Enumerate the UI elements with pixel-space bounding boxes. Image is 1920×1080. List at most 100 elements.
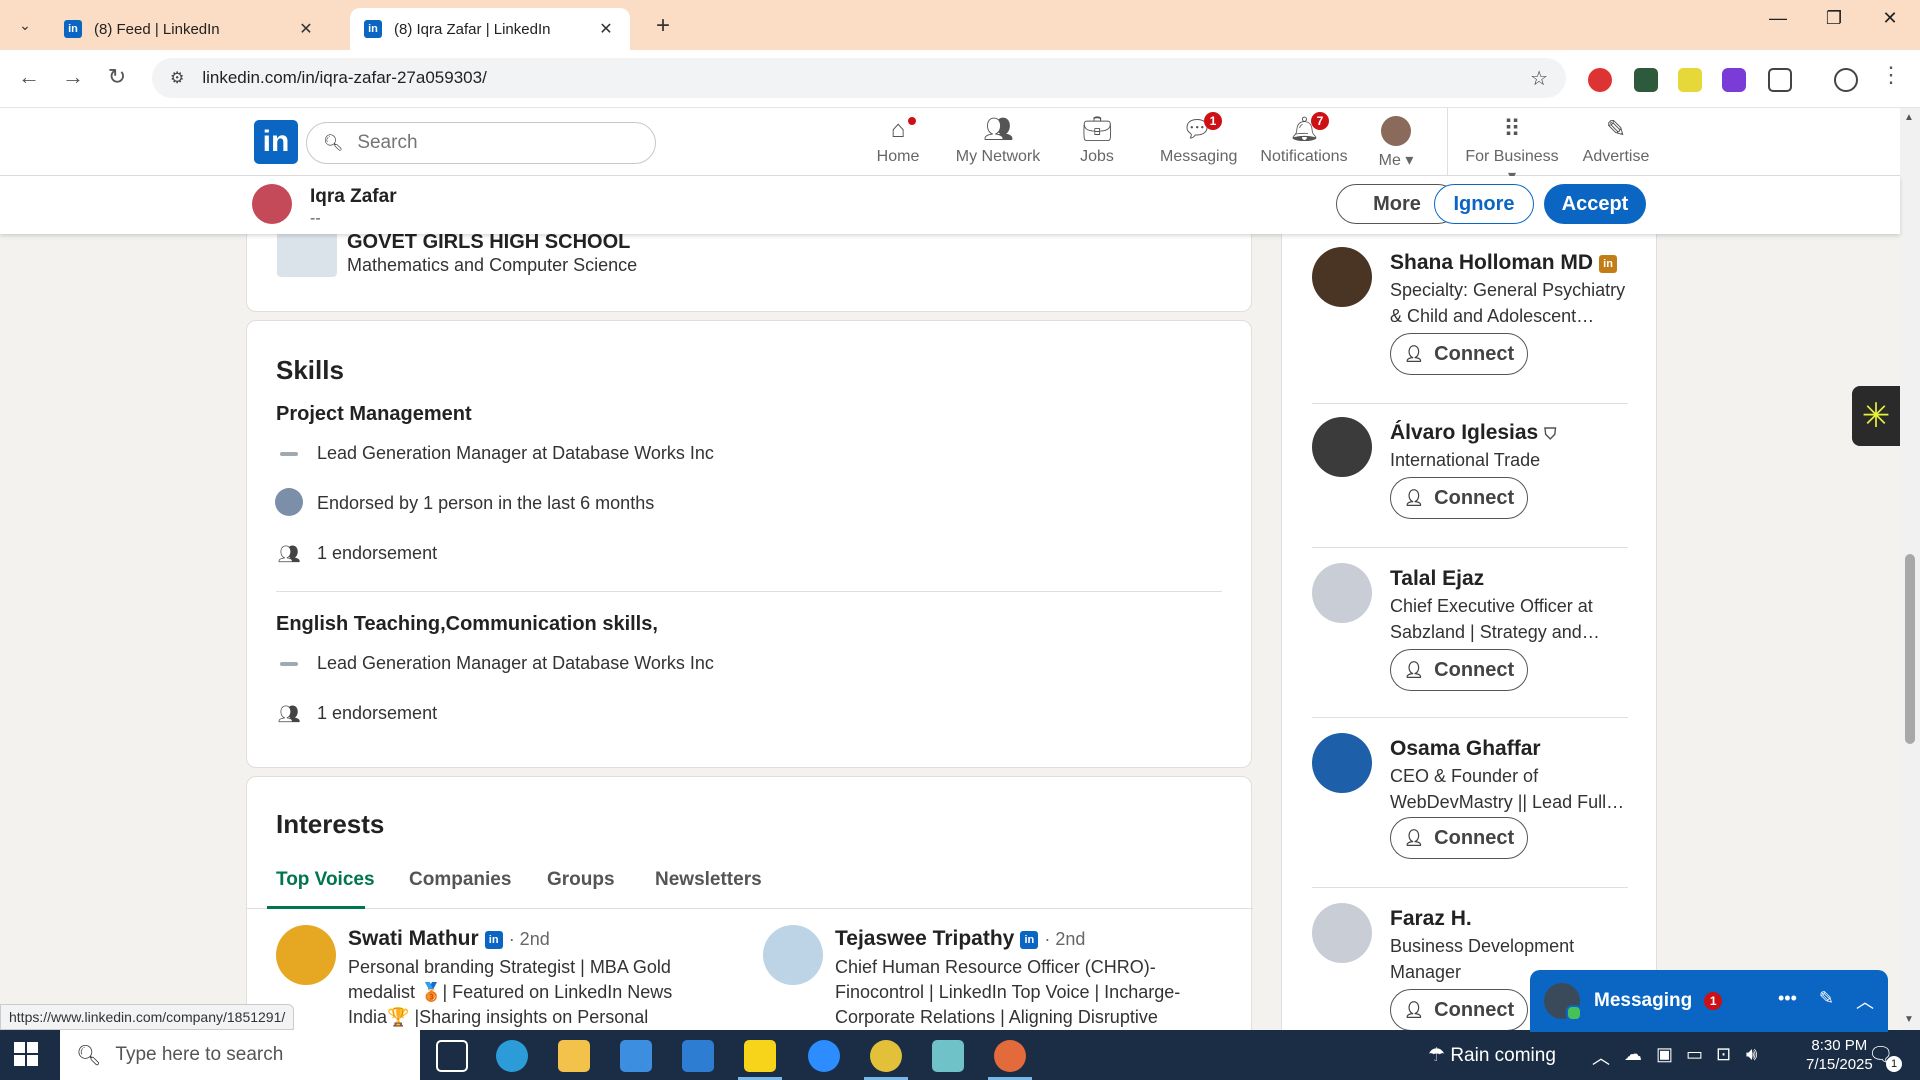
task-view-icon[interactable]: [436, 1040, 468, 1072]
extension-icon[interactable]: [1722, 68, 1746, 92]
chrome-icon[interactable]: [870, 1040, 902, 1072]
search-box[interactable]: 🔍︎: [306, 122, 656, 164]
battery-icon[interactable]: ▭: [1686, 1044, 1703, 1065]
nav-home[interactable]: ⌂ Home: [870, 114, 926, 166]
chevron-up-icon[interactable]: ︿: [1592, 1044, 1610, 1070]
puzzle-icon[interactable]: [1768, 68, 1792, 92]
page-scrollbar[interactable]: ▲ ▼: [1900, 108, 1920, 1030]
linkedin-logo[interactable]: in: [254, 120, 298, 164]
avatar[interactable]: [276, 925, 336, 985]
minimize-icon[interactable]: —: [1758, 8, 1798, 29]
avatar[interactable]: [763, 925, 823, 985]
app-icon[interactable]: [932, 1040, 964, 1072]
address-bar[interactable]: ⚙ linkedin.com/in/iqra-zafar-27a059303/ …: [152, 58, 1566, 98]
nav-messaging[interactable]: 💬︎ 1 Messaging: [1160, 112, 1237, 166]
person-name[interactable]: Talal Ejaz: [1390, 567, 1484, 591]
store-icon[interactable]: [620, 1040, 652, 1072]
nav-jobs[interactable]: 💼︎ Jobs: [1072, 116, 1122, 166]
sticky-notes-icon[interactable]: [744, 1040, 776, 1072]
extension-icon[interactable]: [1634, 68, 1658, 92]
sparkle-widget-icon[interactable]: ✳: [1852, 386, 1900, 446]
new-tab-icon[interactable]: +: [650, 12, 676, 40]
extension-icon[interactable]: [1588, 68, 1612, 92]
tab-newsletters[interactable]: Newsletters: [655, 869, 762, 891]
nav-advertise[interactable]: ✎ Advertise: [1582, 116, 1650, 166]
zoom-icon[interactable]: [808, 1040, 840, 1072]
camera-icon[interactable]: ▣: [1656, 1044, 1673, 1065]
forward-icon[interactable]: →: [58, 64, 88, 90]
chevron-up-icon[interactable]: ︿: [1856, 988, 1874, 1014]
connect-button[interactable]: 👤︎ Connect: [1390, 477, 1528, 519]
tab-profile[interactable]: in (8) Iqra Zafar | LinkedIn ✕: [350, 8, 630, 50]
close-icon[interactable]: ✕: [296, 19, 316, 39]
school-name[interactable]: GOVET GIRLS HIGH SCHOOL: [347, 231, 630, 254]
search-input[interactable]: [357, 132, 638, 154]
file-explorer-icon[interactable]: [558, 1040, 590, 1072]
scroll-down-icon[interactable]: ▼: [1904, 1014, 1914, 1025]
window-close-icon[interactable]: ✕: [1870, 8, 1910, 29]
back-icon[interactable]: ←: [14, 64, 44, 90]
profile-icon[interactable]: [1834, 68, 1858, 92]
extension-icon[interactable]: [1678, 68, 1702, 92]
person-name[interactable]: Swati Mathur: [348, 927, 479, 950]
edge-icon[interactable]: [496, 1040, 528, 1072]
avatar[interactable]: [1312, 417, 1372, 477]
windows-start-icon[interactable]: [14, 1042, 38, 1066]
person-name[interactable]: Faraz H.: [1390, 907, 1472, 931]
accept-button[interactable]: Accept: [1544, 184, 1646, 224]
mail-icon[interactable]: [682, 1040, 714, 1072]
tab-companies[interactable]: Companies: [409, 869, 511, 891]
person-name-text[interactable]: Álvaro Iglesias: [1390, 421, 1538, 444]
url-text[interactable]: linkedin.com/in/iqra-zafar-27a059303/: [202, 68, 1530, 88]
button-label: Connect: [1434, 486, 1515, 509]
tab-feed[interactable]: in (8) Feed | LinkedIn ✕: [50, 8, 330, 50]
ellipsis-icon[interactable]: •••: [1778, 988, 1797, 1014]
person-name[interactable]: Osama Ghaffar: [1390, 737, 1541, 761]
kebab-menu-icon[interactable]: ⋮: [1876, 62, 1906, 88]
person-name-text[interactable]: Shana Holloman MD: [1390, 251, 1593, 274]
endorsed-by[interactable]: Endorsed by 1 person in the last 6 month…: [317, 493, 654, 514]
scroll-thumb[interactable]: [1905, 554, 1915, 744]
scroll-up-icon[interactable]: ▲: [1904, 112, 1914, 123]
bookmark-star-icon[interactable]: ☆: [1530, 66, 1548, 91]
messaging-bar[interactable]: Messaging 1 ••• ✎ ︿: [1530, 970, 1888, 1032]
connect-button[interactable]: 👤︎ Connect: [1390, 649, 1528, 691]
person-name[interactable]: Shana Holloman MD in: [1390, 251, 1618, 275]
avatar[interactable]: [1312, 563, 1372, 623]
verified-shield-icon: ⛉: [1544, 426, 1557, 443]
weather-widget[interactable]: ☂ Rain coming: [1428, 1044, 1556, 1067]
close-icon[interactable]: ✕: [596, 19, 616, 39]
connect-button[interactable]: 👤︎ Connect: [1390, 989, 1528, 1031]
connect-button[interactable]: 👤︎ Connect: [1390, 817, 1528, 859]
compose-icon[interactable]: ✎: [1819, 988, 1834, 1014]
person-name[interactable]: Tejaswee Tripathy: [835, 927, 1014, 950]
voice-name[interactable]: Tejaswee Tripathy in · 2nd: [835, 927, 1085, 951]
voice-name[interactable]: Swati Mathur in · 2nd: [348, 927, 550, 951]
person-name[interactable]: Álvaro Iglesias ⛉: [1390, 421, 1556, 445]
reload-icon[interactable]: ↻: [102, 64, 132, 90]
button-label: Connect: [1434, 998, 1515, 1021]
taskbar-search[interactable]: 🔍︎ Type here to search: [60, 1030, 420, 1080]
site-info-icon[interactable]: ⚙: [170, 68, 184, 88]
chrome-active-icon[interactable]: [994, 1040, 1026, 1072]
nav-my-network[interactable]: 👥︎ My Network: [950, 116, 1046, 166]
restore-icon[interactable]: ❐: [1814, 8, 1854, 29]
volume-icon[interactable]: 🔊︎: [1746, 1044, 1757, 1065]
nav-me[interactable]: Me ▾: [1374, 116, 1418, 170]
skill-name[interactable]: English Teaching,Communication skills,: [276, 613, 658, 636]
ignore-button[interactable]: Ignore: [1434, 184, 1534, 224]
clock[interactable]: 8:30 PM 7/15/2025: [1806, 1036, 1873, 1074]
tab-top-voices[interactable]: Top Voices: [276, 869, 375, 891]
tab-groups[interactable]: Groups: [547, 869, 615, 891]
endorsement-count[interactable]: 1 endorsement: [317, 543, 437, 564]
tab-search-chevron-icon[interactable]: ⌄: [12, 12, 38, 38]
avatar[interactable]: [1312, 247, 1372, 307]
avatar[interactable]: [1312, 903, 1372, 963]
onedrive-icon[interactable]: ☁: [1624, 1044, 1642, 1065]
network-tray-icon[interactable]: ⊡: [1716, 1044, 1731, 1065]
avatar[interactable]: [1312, 733, 1372, 793]
skill-name[interactable]: Project Management: [276, 403, 472, 426]
nav-notifications[interactable]: 🔔︎ 7 Notifications: [1254, 112, 1354, 166]
endorsement-count[interactable]: 1 endorsement: [317, 703, 437, 724]
connect-button[interactable]: 👤︎ Connect: [1390, 333, 1528, 375]
